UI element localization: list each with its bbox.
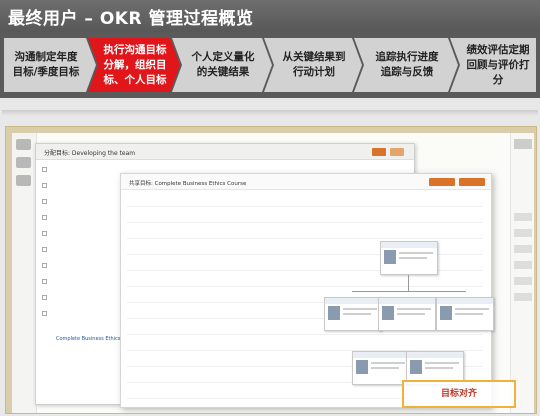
org-card[interactable]	[324, 297, 382, 331]
step-6: 绩效评估定期回顾与评价打分	[466, 43, 530, 86]
table-row[interactable]	[127, 226, 483, 239]
step-3: 个人定义量化的关键结果	[191, 51, 255, 78]
cancel-share-button[interactable]	[459, 178, 485, 186]
zoom-item[interactable]	[514, 293, 532, 301]
zoom-panel	[510, 133, 534, 413]
table-row[interactable]	[127, 274, 483, 287]
table-row[interactable]	[127, 194, 483, 207]
app-screenshot: 分配目标: Developing the team Complete Busin…	[12, 133, 534, 413]
table-row[interactable]	[127, 338, 483, 351]
step-2: 执行沟通目标分解，组织目标、个人目标	[103, 43, 167, 86]
divider-shadow	[2, 110, 538, 116]
zoom-item[interactable]	[514, 213, 532, 221]
org-card[interactable]	[378, 297, 436, 331]
search-icon[interactable]	[514, 139, 532, 149]
cancel-button[interactable]	[390, 148, 404, 156]
zoom-item[interactable]	[514, 229, 532, 237]
step-4: 从关键结果到行动计划	[282, 51, 346, 78]
table-row[interactable]	[127, 210, 483, 223]
step-1: 沟通制定年度目标/季度目标	[12, 51, 80, 78]
zoom-item[interactable]	[514, 245, 532, 253]
zoom-item[interactable]	[514, 261, 532, 269]
org-card[interactable]	[380, 241, 438, 275]
shared-goal-header: 共享目标: Complete Business Ethics Course	[121, 174, 491, 190]
shared-goal-title: 共享目标: Complete Business Ethics Course	[129, 181, 247, 187]
document-icon	[16, 175, 31, 186]
goal-alignment-label: 目标对齐	[440, 389, 477, 399]
org-connector	[352, 291, 466, 292]
save-button[interactable]	[372, 148, 386, 156]
people-icon	[16, 157, 31, 168]
goal-window-header: 分配目标: Developing the team	[36, 144, 414, 160]
goal-window-title: 分配目标: Developing the team	[44, 150, 136, 157]
org-card[interactable]	[436, 297, 494, 331]
zoom-item[interactable]	[514, 277, 532, 285]
avatar	[16, 139, 31, 150]
share-button[interactable]	[429, 178, 455, 186]
app-sidebar	[12, 133, 37, 413]
org-connector	[408, 275, 409, 291]
goal-alignment-highlight: 目标对齐	[402, 380, 516, 408]
step-5: 追踪执行进度追踪与反馈	[375, 51, 439, 78]
